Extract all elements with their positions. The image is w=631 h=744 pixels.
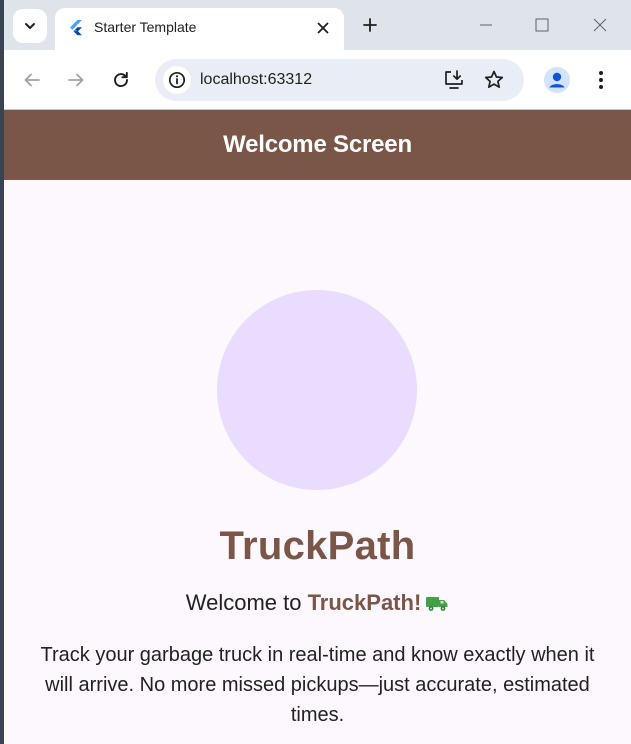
truck-icon	[426, 597, 448, 611]
close-icon	[593, 18, 607, 32]
url-text[interactable]: localhost:63312	[200, 71, 312, 89]
app-bar: Welcome Screen	[4, 110, 631, 180]
brand-title: TruckPath	[219, 524, 416, 568]
tab-strip: Starter Template	[4, 0, 631, 50]
forward-button[interactable]	[61, 65, 91, 95]
close-icon	[317, 22, 329, 34]
chevron-down-icon	[25, 23, 35, 29]
tab-search-button[interactable]	[13, 9, 47, 43]
flutter-icon	[70, 20, 82, 36]
address-bar[interactable]: localhost:63312	[155, 59, 524, 101]
info-icon	[168, 71, 186, 89]
welcome-brand: TruckPath!	[307, 590, 422, 615]
reload-button[interactable]	[106, 65, 136, 95]
reload-icon	[114, 71, 128, 88]
tab-active[interactable]: Starter Template	[55, 8, 344, 50]
description-text: Track your garbage truck in real-time an…	[40, 644, 595, 726]
app-bar-title: Welcome Screen	[223, 131, 412, 158]
profile-icon	[544, 67, 570, 93]
install-app-button[interactable]	[442, 68, 466, 92]
welcome-message: Welcome to TruckPath!	[4, 590, 631, 616]
arrow-right-icon	[68, 73, 84, 87]
maximize-icon	[535, 18, 549, 32]
tab-title: Starter Template	[94, 19, 197, 35]
browser-toolbar: localhost:63312	[4, 50, 631, 109]
window-close-button[interactable]	[585, 10, 615, 40]
minimize-button[interactable]	[471, 10, 501, 40]
maximize-button[interactable]	[527, 10, 557, 40]
tab-close-button[interactable]	[312, 17, 334, 39]
star-icon	[484, 70, 504, 89]
welcome-prefix: Welcome to	[185, 590, 308, 615]
minimize-icon	[480, 24, 492, 26]
plus-icon	[363, 18, 377, 32]
browser-window: Starter Template localhost:63312 Welcome…	[4, 0, 631, 744]
logo-circle	[217, 290, 417, 490]
bookmark-button[interactable]	[482, 68, 506, 92]
site-info-button[interactable]	[163, 66, 191, 94]
install-app-icon	[445, 70, 463, 89]
back-button[interactable]	[17, 65, 47, 95]
profile-button[interactable]	[541, 64, 573, 96]
more-vert-icon	[599, 71, 603, 89]
arrow-left-icon	[24, 73, 40, 87]
page-content: Welcome Screen TruckPath Welcome to Truc…	[4, 110, 631, 744]
browser-menu-button[interactable]	[586, 65, 616, 95]
new-tab-button[interactable]	[356, 11, 384, 39]
